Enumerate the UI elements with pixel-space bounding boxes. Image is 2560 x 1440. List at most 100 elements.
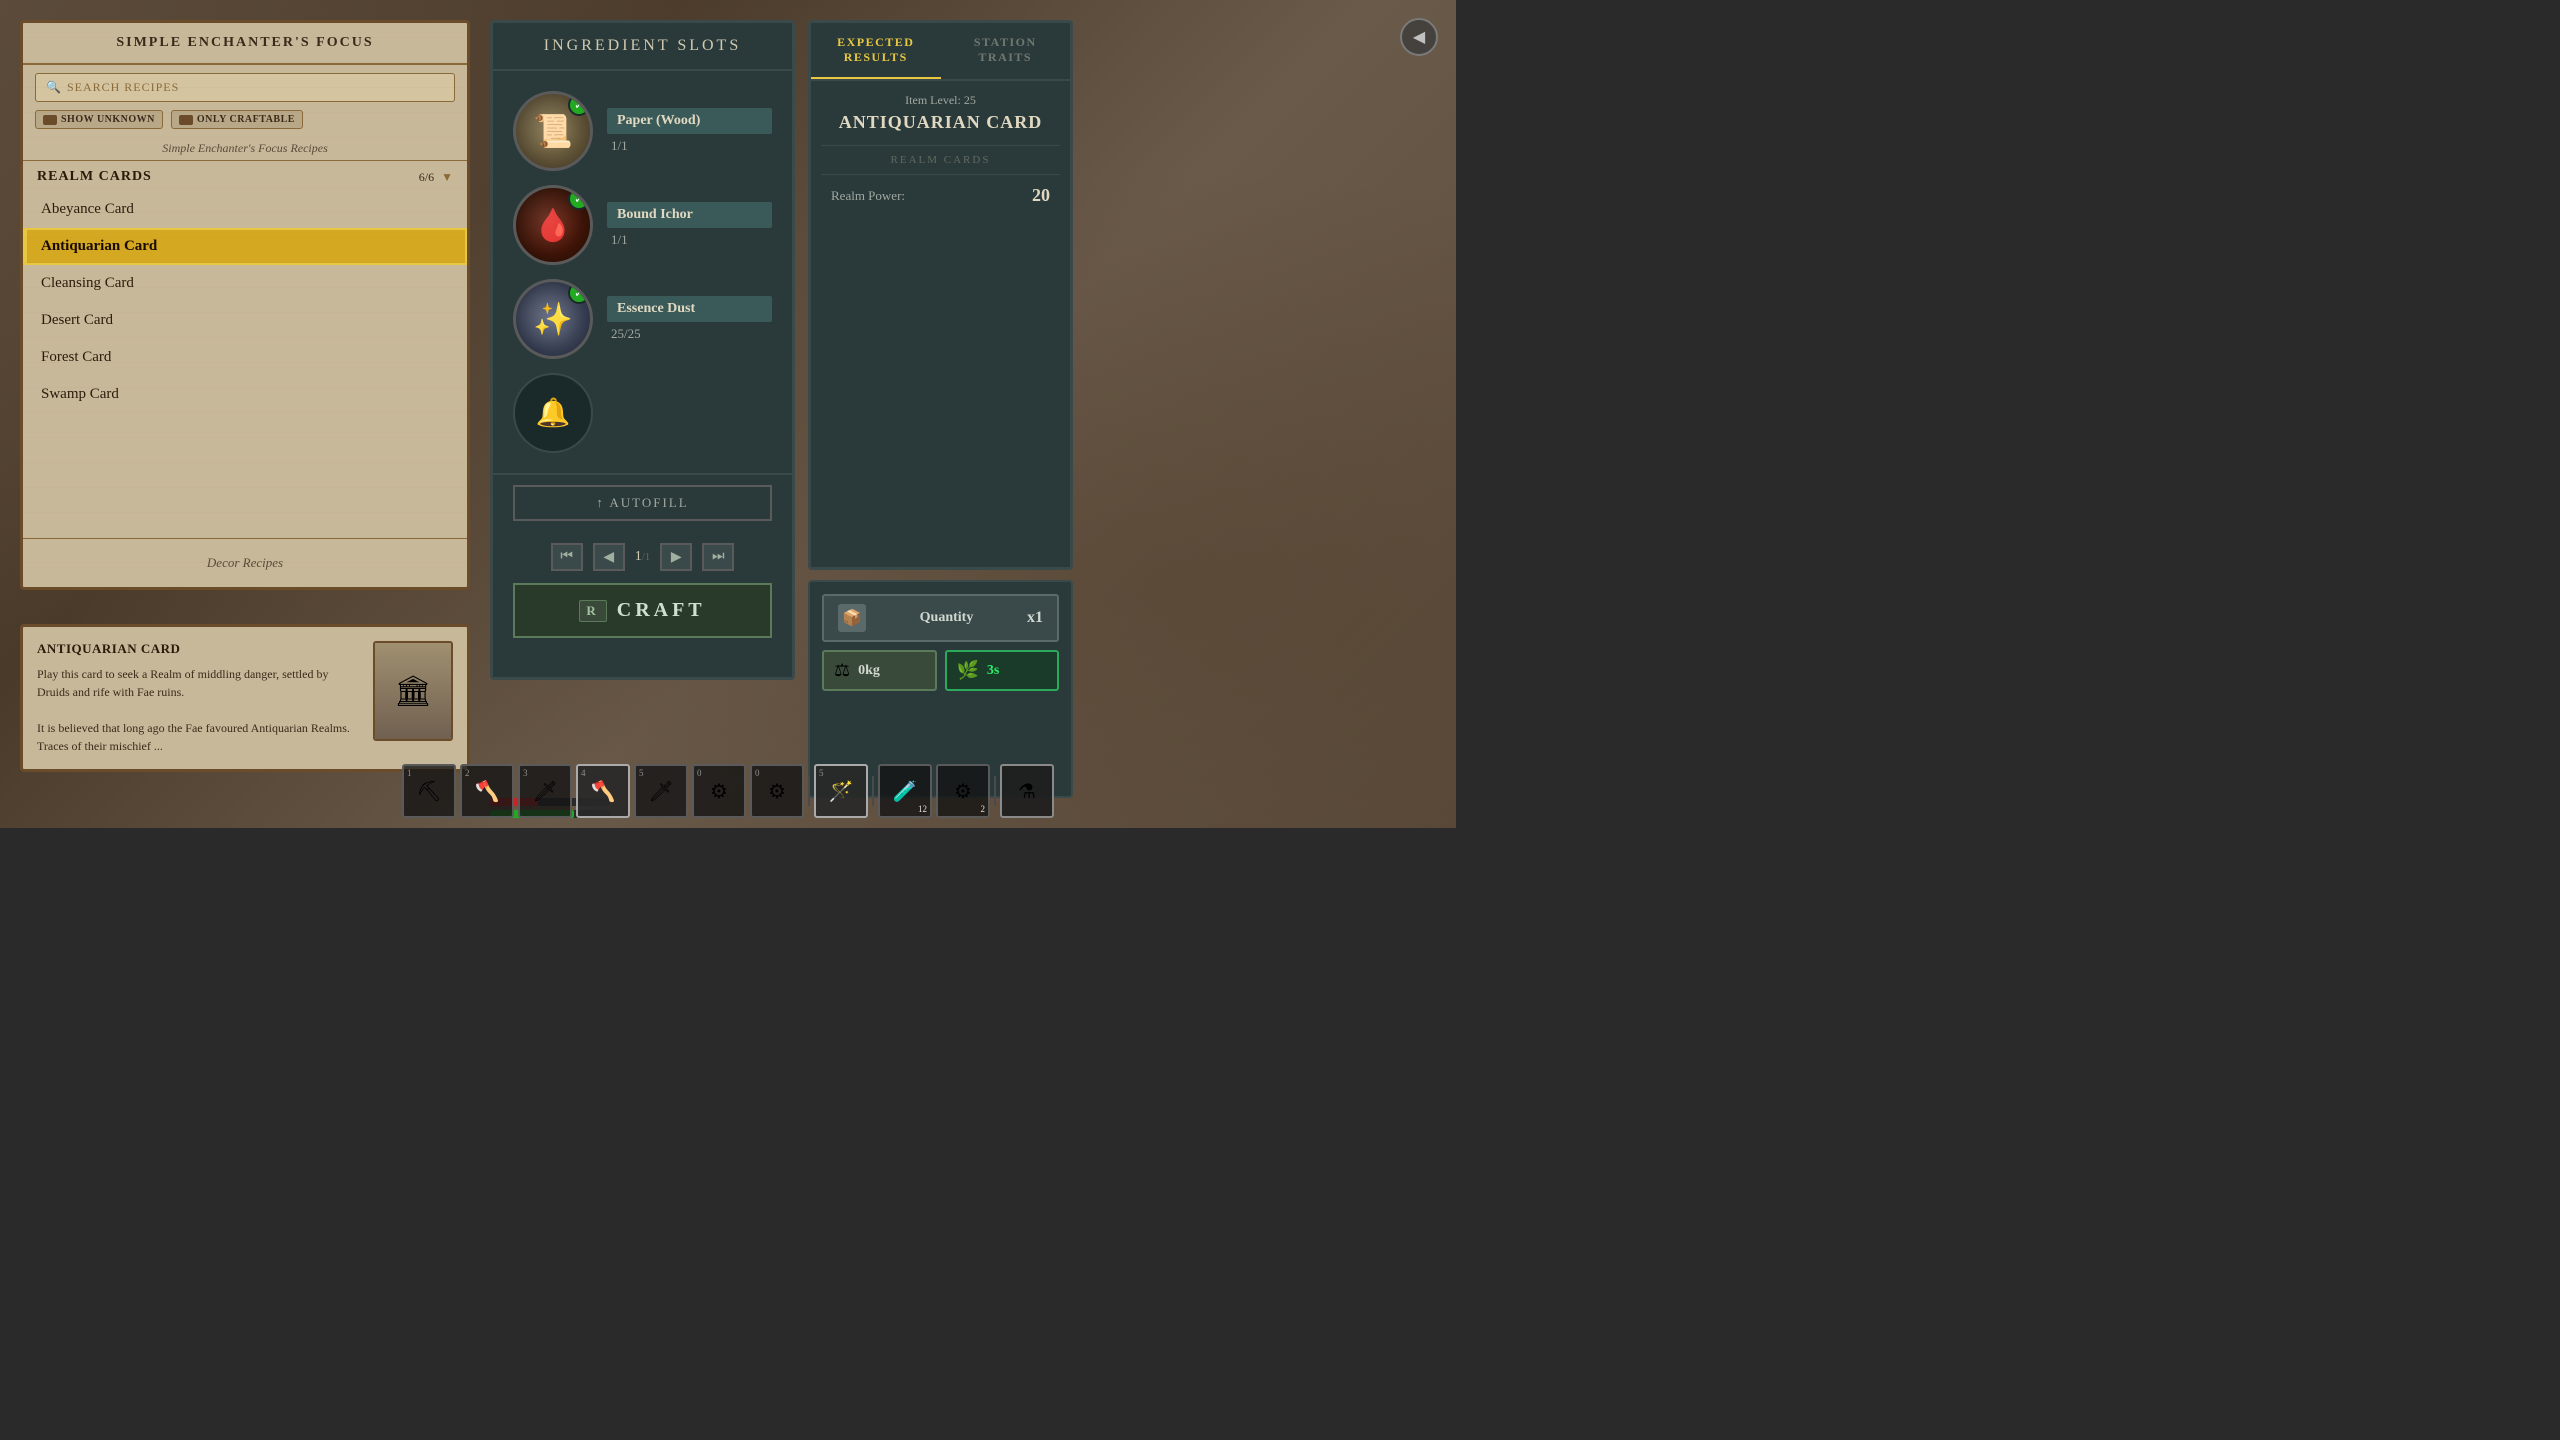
hotbar-slot-2[interactable]: 2 🪓 [460,764,514,818]
craft-key: R [579,600,606,622]
ingredient-qty-1: 1/1 [607,138,772,154]
item-level: Item Level: 25 [811,81,1070,112]
hotbar-slot-0a[interactable]: 0 ⚙ [692,764,746,818]
hotbar-icon-0b: ⚙ [768,779,786,804]
realm-power-value: 20 [1032,185,1050,206]
recipe-item-swamp[interactable]: Swamp Card [23,376,467,413]
panel-title: Simple Enchanter's Focus [23,23,467,65]
hotbar-icon-5: 🗡 [648,779,673,804]
quantity-label: Quantity [920,610,974,626]
ingredient-slots: 📜 ✓ Paper (Wood) 1/1 🩸 ✓ Bound Ichor 1/1… [493,71,792,473]
nav-prev-button[interactable]: ◀ [593,543,625,571]
ingredient-qty-2: 1/1 [607,232,772,248]
hotbar-icon-12: 🧪 [893,779,918,804]
ingredient-info-3: Essence Dust 25/25 [607,296,772,342]
craft-button[interactable]: R CRAFT [513,583,772,638]
nav-row: ⏮ ◀ 1/1 ▶ ⏭ [493,531,792,583]
hotbar-num-0b: 0 [755,768,760,778]
hotbar-slot-1[interactable]: 1 ⛏ [402,764,456,818]
quantity-value: x1 [1027,609,1043,627]
empty-slot-icon: 🔔 [536,396,571,430]
hotbar-slot-0b[interactable]: 0 ⚙ [750,764,804,818]
recipes-category-label: Simple Enchanter's Focus Recipes [23,137,467,160]
hotbar-slot-5[interactable]: 5 🗡 [634,764,688,818]
check-badge-3: ✓ [568,282,590,304]
divider-label: REALM CARDS [811,146,1070,174]
hotbar-sep-1 [808,776,810,806]
hotbar-sep-3 [994,776,996,806]
ingredient-name-1: Paper (Wood) [607,108,772,134]
autofill-button[interactable]: ↑ AUTOFILL [513,485,772,521]
hotbar: 1 ⛏ 2 🪓 3 🗡 4 🪓 5 🗡 0 ⚙ 0 ⚙ 5 🪄 🧪 12 ⚙ 2… [402,764,1054,818]
recipe-item-forest[interactable]: Forest Card [23,339,467,376]
toggle-check-craftable [179,115,193,125]
ingredient-header: INGREDIENT SLOTS [493,23,792,71]
hotbar-num-5: 5 [639,768,644,778]
hotbar-icon-flask: ⚗ [1018,779,1036,804]
weight-icon: ⚖ [834,660,850,681]
time-value: 3s [987,663,999,679]
hotbar-slot-12[interactable]: 🧪 12 [878,764,932,818]
search-icon: 🔍 [46,80,61,95]
only-craftable-toggle[interactable]: ONLY CRAFTABLE [171,110,303,129]
nav-first-button[interactable]: ⏮ [551,543,583,571]
info-item-desc1: Play this card to seek a Realm of middli… [37,665,361,701]
empty-slot-4: 🔔 [513,373,593,453]
hotbar-slot-flask[interactable]: ⚗ [1000,764,1054,818]
ingredient-qty-3: 25/25 [607,326,772,342]
hotbar-slot-5b[interactable]: 5 🪄 [814,764,868,818]
check-badge-1: ✓ [568,94,590,116]
stats-row: ⚖ 0kg 🌿 3s [822,650,1059,691]
time-stat: 🌿 3s [945,650,1060,691]
crafting-panel: INGREDIENT SLOTS 📜 ✓ Paper (Wood) 1/1 🩸 … [490,20,795,680]
recipe-item-antiquarian[interactable]: Antiquarian Card [23,228,467,265]
ingredient-name-2: Bound Ichor [607,202,772,228]
quantity-row: 📦 Quantity x1 [822,594,1059,642]
hotbar-sep-2 [872,776,874,806]
hotbar-slot-gear[interactable]: ⚙ 2 [936,764,990,818]
toggle-craftable-label: ONLY CRAFTABLE [197,114,295,125]
ingredient-name-3: Essence Dust [607,296,772,322]
hotbar-slot-4[interactable]: 4 🪓 [576,764,630,818]
recipe-panel: Simple Enchanter's Focus 🔍 SEARCH RECIPE… [20,20,470,590]
tab-expected-results[interactable]: EXPECTED RESULTS [811,23,941,79]
ingredient-row-4: 🔔 [513,373,772,453]
result-item-name: ANTIQUARIAN CARD [811,112,1070,145]
info-text: ANTIQUARIAN CARD Play this card to seek … [37,641,361,755]
hotbar-slot-3[interactable]: 3 🗡 [518,764,572,818]
section-title: REALM CARDS [37,169,152,185]
autofill-row: ↑ AUTOFILL [493,473,792,531]
craft-label: CRAFT [617,599,706,622]
hotbar-icon-5b: 🪄 [829,779,854,804]
hotbar-icon-3: 🗡 [532,779,557,804]
recipe-list: Abeyance Card Antiquarian Card Cleansing… [23,191,467,538]
tab-station-traits[interactable]: STATION TRAITS [941,23,1071,79]
ingredient-row-2: 🩸 ✓ Bound Ichor 1/1 [513,185,772,265]
nav-next-button[interactable]: ▶ [660,543,692,571]
ingredient-info-1: Paper (Wood) 1/1 [607,108,772,154]
recipe-item-abeyance[interactable]: Abeyance Card [23,191,467,228]
search-bar[interactable]: 🔍 SEARCH RECIPES [35,73,455,102]
toggle-unknown-label: SHOW UNKNOWN [61,114,155,125]
ingredient-info-2: Bound Ichor 1/1 [607,202,772,248]
time-icon: 🌿 [957,660,979,681]
hotbar-icon-1: ⛏ [416,779,441,804]
back-button[interactable]: ◀ [1400,18,1438,56]
nav-last-button[interactable]: ⏭ [702,543,734,571]
toggle-check-unknown [43,115,57,125]
check-badge-2: ✓ [568,188,590,210]
results-tabs: EXPECTED RESULTS STATION TRAITS [811,23,1070,81]
item-info-panel: ANTIQUARIAN CARD Play this card to seek … [20,624,470,772]
recipe-item-desert[interactable]: Desert Card [23,302,467,339]
info-item-desc2: It is believed that long ago the Fae fav… [37,719,361,755]
hotbar-icon-gear: ⚙ [954,779,972,804]
quantity-icon: 📦 [838,604,866,632]
decor-label: Decor Recipes [37,555,453,571]
show-unknown-toggle[interactable]: SHOW UNKNOWN [35,110,163,129]
hotbar-num-5b: 5 [819,768,824,778]
weight-stat: ⚖ 0kg [822,650,937,691]
section-header: REALM CARDS 6/6 ▼ [23,160,467,191]
recipe-item-cleansing[interactable]: Cleansing Card [23,265,467,302]
toggles-row: SHOW UNKNOWN ONLY CRAFTABLE [23,110,467,137]
realm-power-row: Realm Power: 20 [811,175,1070,216]
